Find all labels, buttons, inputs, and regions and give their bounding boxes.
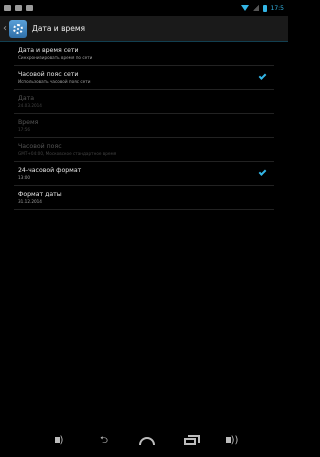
setting-title: Часовой пояс (18, 143, 62, 150)
up-navigation-icon[interactable]: ‹ (3, 23, 7, 34)
setting-summary: 24.03.2014 (18, 103, 42, 108)
back-button[interactable]: ⮌ (96, 435, 112, 447)
action-bar: ‹ Дата и время (0, 16, 288, 41)
setting-title: 24-часовой формат (18, 167, 82, 174)
setting-24-hour-format[interactable]: 24-часовой формат 13:00 (0, 162, 288, 186)
setting-title: Время (18, 119, 39, 126)
volume-up-button[interactable]: )) (224, 435, 240, 447)
setting-date[interactable]: Дата 24.03.2014 (0, 90, 288, 114)
battery-icon (262, 4, 267, 12)
notification-icon (15, 5, 22, 11)
wifi-icon (240, 5, 249, 11)
settings-icon[interactable] (9, 19, 27, 38)
setting-summary: 13:00 (18, 175, 31, 180)
setting-summary: GMT+04:00, Московское стандартное время (18, 151, 117, 156)
setting-auto-time[interactable]: Дата и время сети Синхронизировать время… (0, 42, 288, 66)
status-bar: 17:5 (0, 0, 288, 16)
signal-icon (252, 5, 259, 11)
setting-summary: 31.12.2014 (18, 199, 42, 204)
navigation-bar: ) ⮌ )) (0, 425, 288, 457)
setting-title: Часовой пояс сети (18, 71, 79, 78)
setting-timezone[interactable]: Часовой пояс GMT+04:00, Московское станд… (0, 138, 288, 162)
setting-summary: Синхронизировать время по сети (18, 55, 93, 60)
setting-title: Дата (18, 95, 35, 102)
notification-icons (4, 5, 33, 11)
speaker-icon (225, 437, 231, 443)
setting-summary: Использовать часовой пояс сети (18, 79, 91, 84)
notification-icon (26, 5, 33, 11)
settings-list: Дата и время сети Синхронизировать время… (0, 42, 288, 210)
setting-summary: 17:56 (18, 127, 31, 132)
recent-apps-icon (184, 435, 200, 445)
notification-icon (4, 5, 11, 11)
volume-down-button[interactable]: ) (52, 435, 66, 447)
setting-title: Формат даты (18, 191, 62, 198)
setting-title: Дата и время сети (18, 47, 79, 54)
page-title: Дата и время (32, 24, 86, 33)
gear-icon (13, 23, 23, 34)
setting-time[interactable]: Время 17:56 (0, 114, 288, 138)
system-icons: 17:5 (240, 4, 284, 12)
home-icon (139, 437, 155, 445)
setting-date-format[interactable]: Формат даты 31.12.2014 (0, 186, 288, 210)
home-button[interactable] (138, 435, 156, 447)
recent-apps-button[interactable] (182, 435, 200, 447)
speaker-icon (54, 437, 60, 443)
status-time: 17:5 (270, 4, 284, 12)
setting-auto-timezone[interactable]: Часовой пояс сети Использовать часовой п… (0, 66, 288, 90)
